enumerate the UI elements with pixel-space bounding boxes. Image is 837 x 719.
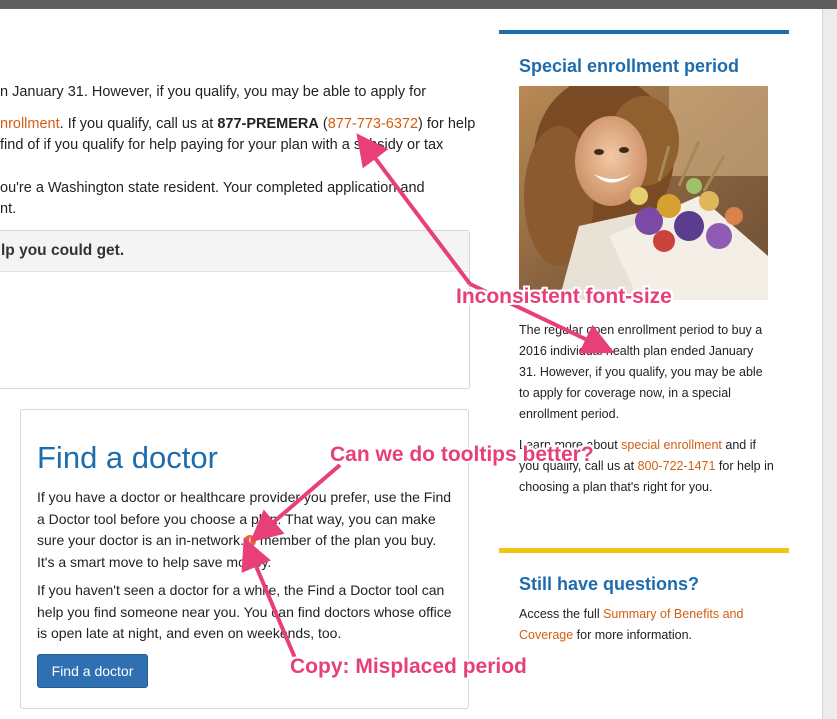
photo-illustration: [519, 86, 768, 300]
woman-with-flowers-photo: [519, 86, 768, 300]
find-a-doctor-button[interactable]: Find a doctor: [37, 654, 148, 688]
sidebar-divider-yellow: [499, 548, 789, 553]
phone-link[interactable]: 877-773-6372: [328, 116, 418, 132]
find-a-doctor-title: Find a doctor: [37, 440, 218, 475]
sidebar-text-fragment: for more information.: [573, 628, 692, 642]
intro-line-5: nt.: [0, 201, 17, 217]
sidebar-divider-blue: [499, 30, 789, 34]
subsidy-panel: lp you could get.: [0, 230, 470, 389]
subsidy-panel-heading: lp you could get.: [0, 231, 469, 272]
intro-text-fragment: ) for help: [418, 115, 476, 132]
intro-line-3: find of if you qualify for help paying f…: [0, 137, 444, 153]
intro-text: n January 31. However, if you qualify, y…: [0, 82, 475, 231]
annotation-tooltips: Can we do tooltips better?: [330, 443, 594, 466]
annotation-font-size: Inconsistent font-size: [456, 285, 672, 308]
annotation-period: Copy: Misplaced period: [290, 655, 527, 678]
find-a-doctor-paragraph-2: If you haven't seen a doctor for a while…: [37, 582, 452, 641]
browser-top-bar: [0, 0, 837, 9]
intro-line-1: n January 31. However, if you qualify, y…: [0, 84, 427, 100]
still-have-questions-title: Still have questions?: [519, 574, 700, 594]
scrollbar-track[interactable]: [822, 9, 837, 719]
intro-line-2: nrollment. If you qualify, call us at 87…: [0, 114, 475, 136]
intro-line-4: ou're a Washington state resident. Your …: [0, 179, 425, 196]
special-enrollment-text: The regular open enrollment period to bu…: [519, 323, 763, 421]
sidebar-text-fragment: Access the full: [519, 607, 604, 621]
summary-of-benefits-text: Access the full Summary of Benefits and …: [519, 604, 779, 646]
intro-text-fragment: (: [318, 115, 328, 132]
find-a-doctor-paragraph-1: If you have a doctor or healthcare provi…: [37, 487, 457, 573]
special-enrollment-title: Special enrollment period: [519, 56, 740, 76]
intro-text-fragment: . If you qualify, call us at: [59, 115, 218, 132]
info-icon[interactable]: i: [243, 535, 256, 547]
sidebar-phone-link[interactable]: 800-722-1471: [638, 459, 716, 473]
special-enrollment-link[interactable]: nrollment: [0, 116, 60, 132]
phone-name: 877-PREMERA: [217, 115, 319, 132]
special-enrollment-link[interactable]: special enrollment: [621, 438, 722, 452]
